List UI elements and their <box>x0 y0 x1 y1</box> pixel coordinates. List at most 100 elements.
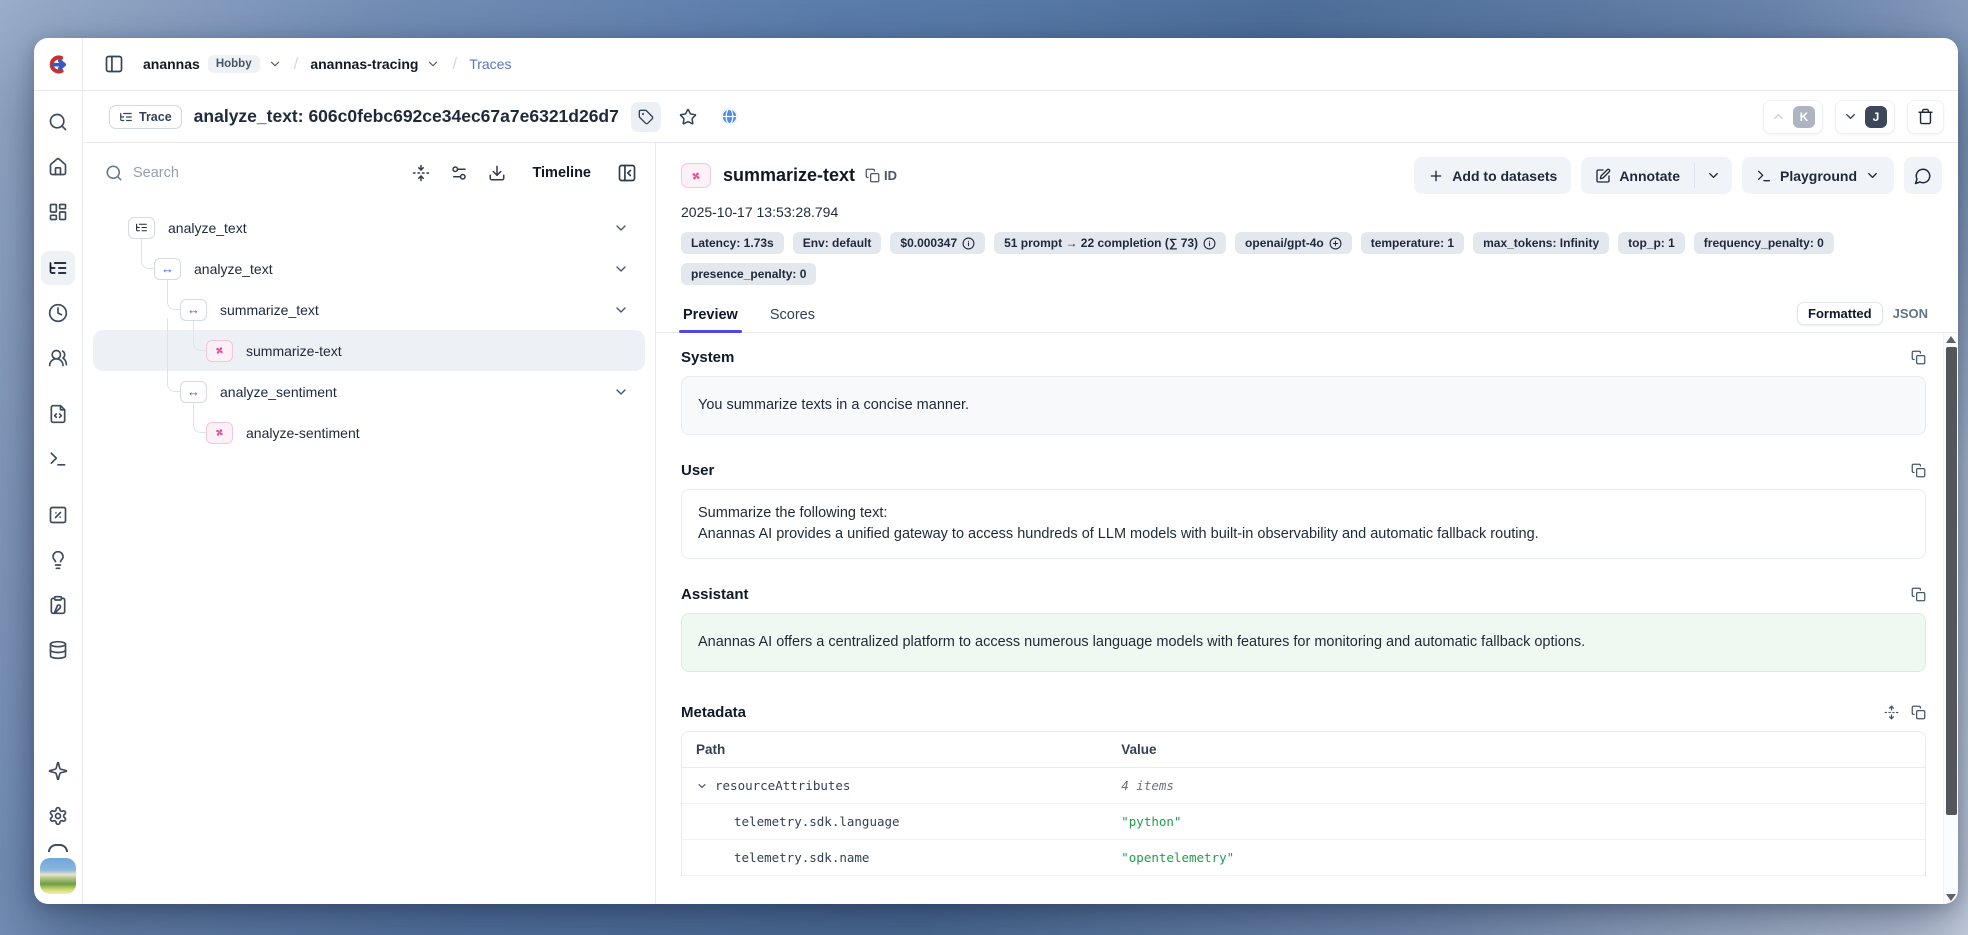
prev-trace-button[interactable]: K <box>1763 100 1823 134</box>
sidebar-item-sessions[interactable] <box>41 296 75 330</box>
sidebar-item-users[interactable] <box>41 341 75 375</box>
sidebar-item-datasets[interactable] <box>41 633 75 667</box>
tree-row-span[interactable]: ↔ summarize_text <box>93 289 645 330</box>
copy-user-button[interactable] <box>1911 463 1926 478</box>
comment-bubble-icon <box>1914 167 1932 185</box>
tree-search[interactable] <box>105 164 392 182</box>
bookmark-star-button[interactable] <box>673 102 703 132</box>
app-logo[interactable] <box>34 38 83 90</box>
tab-preview[interactable]: Preview <box>681 307 740 332</box>
tree-node-label: summarize_text <box>220 302 319 318</box>
span-node-icon: ↔ <box>180 381 207 403</box>
vertical-scrollbar[interactable] <box>1943 333 1958 904</box>
copy-system-button[interactable] <box>1911 350 1926 365</box>
square-percent-icon <box>48 505 68 525</box>
anannas-logo-icon <box>48 54 69 75</box>
span-node-icon: ↔ <box>180 299 207 321</box>
tree-node-label: analyze_sentiment <box>220 384 337 400</box>
user-avatar[interactable] <box>40 858 76 894</box>
sidebar-toggle-button[interactable] <box>99 49 129 79</box>
public-share-button[interactable] <box>715 102 745 132</box>
detail-actions: Add to datasets Annotate <box>1414 157 1942 194</box>
org-switcher-chevron[interactable] <box>268 57 282 71</box>
tab-scores[interactable]: Scores <box>768 307 817 332</box>
breadcrumb-project[interactable]: anannas-tracing <box>310 56 418 72</box>
topbar-main: anannas Hobby / anannas-tracing / Traces <box>83 38 1958 90</box>
chevron-down-icon <box>613 220 629 236</box>
star-icon <box>679 108 697 126</box>
id-label: ID <box>884 168 897 183</box>
sidebar-item-upgrade[interactable] <box>41 754 75 788</box>
metadata-value: 4 items <box>1121 778 1911 793</box>
sidebar-item-annotation-queues[interactable] <box>41 588 75 622</box>
generation-node-icon <box>206 422 233 444</box>
shortcut-key-j: J <box>1865 106 1887 128</box>
system-heading: System <box>681 349 734 366</box>
tree-connector <box>193 318 206 351</box>
next-trace-button[interactable]: J <box>1835 100 1895 134</box>
sidebar-item-search[interactable] <box>41 105 75 139</box>
collapse-panel-button[interactable] <box>617 163 637 183</box>
annotate-label: Annotate <box>1619 168 1680 184</box>
cost-badge[interactable]: $0.000347 <box>890 232 985 254</box>
download-button[interactable] <box>488 164 506 182</box>
model-badge[interactable]: openai/gpt-4o <box>1235 232 1352 254</box>
tokens-badge[interactable]: 51 prompt → 22 completion (∑ 73) <box>994 232 1226 254</box>
scroll-down-arrow[interactable] <box>1946 894 1956 901</box>
delete-trace-button[interactable] <box>1907 100 1944 134</box>
circle-plus-icon <box>1329 237 1342 250</box>
metadata-row[interactable]: telemetry.sdk.language "python" <box>682 804 1925 840</box>
copy-metadata-button[interactable] <box>1911 705 1926 720</box>
expand-metadata-button[interactable] <box>1884 705 1899 720</box>
tags-button[interactable] <box>631 102 661 132</box>
collapse-node-chevron[interactable] <box>613 302 629 318</box>
copy-icon <box>1911 705 1926 720</box>
format-option-json[interactable]: JSON <box>1893 306 1928 321</box>
tree-toolbar: Timeline <box>93 149 645 197</box>
add-to-datasets-button[interactable]: Add to datasets <box>1414 157 1571 194</box>
user-message: Summarize the following text: Anannas AI… <box>681 489 1926 559</box>
collapse-all-button[interactable] <box>412 164 430 182</box>
breadcrumb-section-traces[interactable]: Traces <box>469 56 511 72</box>
annotate-menu-chevron[interactable] <box>1695 157 1732 194</box>
sidebar-item-llm-judge[interactable] <box>41 543 75 577</box>
copy-assistant-button[interactable] <box>1911 587 1926 602</box>
copy-icon <box>1911 350 1926 365</box>
tree-row-trace[interactable]: analyze_text <box>93 207 645 248</box>
list-tree-icon <box>48 258 68 278</box>
sidebar-item-dashboard[interactable] <box>41 195 75 229</box>
playground-button[interactable]: Playground <box>1742 157 1894 194</box>
comments-button[interactable] <box>1904 157 1942 194</box>
sidebar-item-playground[interactable] <box>41 442 75 476</box>
sidebar-item-tracing[interactable] <box>41 251 75 285</box>
metadata-row-group[interactable]: resourceAttributes 4 items <box>682 768 1925 804</box>
tree-row-span[interactable]: ↔ analyze_sentiment <box>93 371 645 412</box>
project-switcher-chevron[interactable] <box>426 57 440 71</box>
timeline-toggle[interactable]: Timeline <box>526 165 597 181</box>
annotate-button[interactable]: Annotate <box>1581 157 1694 194</box>
breadcrumb-org[interactable]: anannas <box>143 56 200 72</box>
top-bar: anannas Hobby / anannas-tracing / Traces <box>34 38 1958 91</box>
terminal-icon <box>48 449 68 469</box>
assistant-heading: Assistant <box>681 586 749 603</box>
metadata-row[interactable]: telemetry.sdk.name "opentelemetry" <box>682 840 1925 876</box>
metadata-table: Path Value resourceAttributes 4 items <box>681 731 1926 876</box>
format-option-formatted[interactable]: Formatted <box>1797 302 1883 325</box>
copy-id-button[interactable]: ID <box>865 168 897 183</box>
view-settings-button[interactable] <box>450 164 468 182</box>
collapse-node-chevron[interactable] <box>613 261 629 277</box>
tree-row-generation[interactable]: analyze-sentiment <box>93 412 645 453</box>
search-input[interactable] <box>133 165 273 181</box>
copy-icon <box>865 168 880 183</box>
sidebar-item-prompts[interactable] <box>41 397 75 431</box>
scroll-up-arrow[interactable] <box>1946 336 1956 343</box>
sidebar-item-home[interactable] <box>41 150 75 184</box>
chevron-down-icon <box>268 57 282 71</box>
collapse-node-chevron[interactable] <box>613 220 629 236</box>
sidebar-item-settings[interactable] <box>41 799 75 833</box>
collapse-node-chevron[interactable] <box>613 384 629 400</box>
observation-tree: analyze_text ↔ analyze_text ↔ su <box>93 197 645 453</box>
sidebar-item-evaluations[interactable] <box>41 498 75 532</box>
scrollbar-thumb[interactable] <box>1946 347 1957 815</box>
panel-close-icon <box>617 163 637 183</box>
